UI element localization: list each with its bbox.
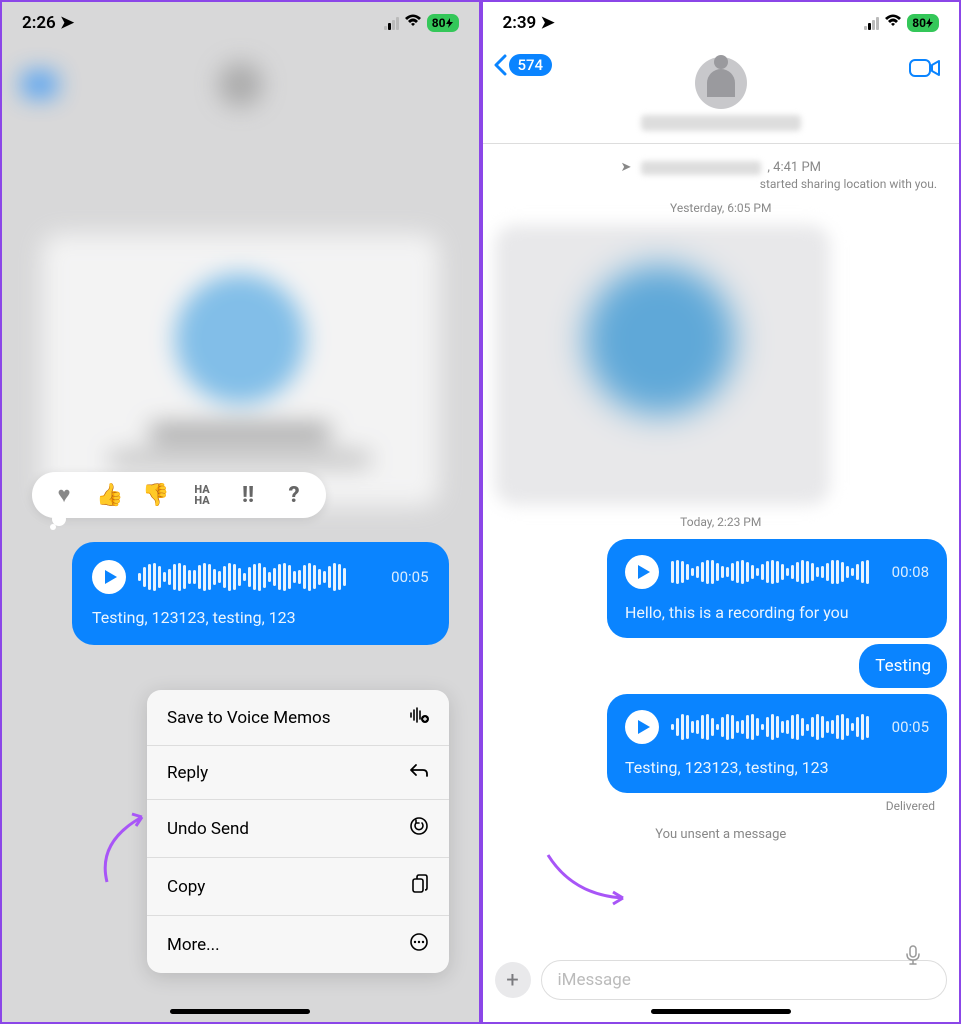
more-circle-icon [409,932,429,957]
voice-transcript: Testing, 123123, testing, 123 [625,758,929,777]
unread-count: 574 [509,54,553,76]
back-button[interactable]: 574 [493,54,553,76]
copy-icon [411,874,429,899]
status-bar: 2:39 ➤ 80 [483,2,960,44]
system-text: , 4:41 PM [767,160,821,175]
person-icon [707,69,735,97]
play-icon [638,565,650,579]
wifi-icon [884,13,902,33]
timestamp-yesterday: Yesterday, 6:05 PM [495,201,948,215]
location-arrow-icon: ➤ [60,13,74,33]
system-message: ➤ , 4:41 PM [495,160,948,175]
voice-duration: 00:05 [892,718,929,736]
cellular-icon [864,17,879,30]
cellular-icon [384,17,399,30]
menu-more[interactable]: More... [147,916,449,973]
tapback-thumbs-up-icon[interactable]: 👍 [96,483,124,508]
message-input[interactable]: iMessage [541,960,948,1000]
voice-message-2[interactable]: document.write(Array.from({length:40},(_… [607,694,947,793]
text-message[interactable]: Testing [859,644,947,688]
voice-duration: 00:05 [391,568,428,586]
voice-duration: 00:08 [892,563,929,581]
play-button[interactable] [625,710,659,744]
screen-context-menu: 2:26 ➤ 80 ♥ 👍 👎 HA HA ‼ ? document.write… [0,0,481,1024]
voice-transcript: Hello, this is a recording for you [625,603,929,622]
tapback-haha-icon[interactable]: HA HA [188,484,216,506]
status-right: 80 [384,13,459,33]
waveform: document.write(Array.from({length:40},(_… [671,557,880,587]
image-message-blurred[interactable] [495,225,830,505]
screen-conversation: 2:39 ➤ 80 574 ➤ , 4:41 PM started sharin… [481,0,961,1024]
conversation-header: 574 [483,44,960,144]
microphone-icon [905,945,921,965]
menu-label: More... [167,935,220,955]
location-arrow-icon: ➤ [541,13,555,33]
menu-reply[interactable]: Reply [147,746,449,800]
chat-area[interactable]: ➤ , 4:41 PM started sharing location wit… [483,144,960,870]
chevron-left-icon [493,54,507,76]
menu-label: Copy [167,877,205,897]
status-time: 2:39 ➤ [503,13,555,33]
menu-save-voice-memos[interactable]: Save to Voice Memos [147,690,449,746]
battery-icon: 80 [427,14,459,32]
add-attachment-button[interactable]: + [495,962,531,998]
menu-copy[interactable]: Copy [147,858,449,916]
status-right: 80 [864,13,939,33]
tapback-thumbs-down-icon[interactable]: 👎 [142,483,170,508]
home-indicator[interactable] [170,1009,310,1014]
context-menu: Save to Voice Memos Reply Undo Send Copy… [147,690,449,973]
menu-undo-send[interactable]: Undo Send [147,800,449,858]
video-icon [909,57,941,79]
menu-label: Save to Voice Memos [167,708,331,728]
voice-message-1[interactable]: document.write(Array.from({length:40},(_… [607,539,947,638]
waveform-plus-icon [409,706,429,729]
unsent-notice: You unsent a message [495,827,948,842]
annotation-arrow [543,850,633,910]
undo-circle-icon [409,816,429,841]
voice-transcript: Testing, 123123, testing, 123 [92,608,429,627]
waveform: document.write(Array.from({length:42},(_… [138,562,379,592]
battery-icon: 80 [907,14,939,32]
status-bar: 2:26 ➤ 80 [2,2,479,44]
tapback-exclaim-icon[interactable]: ‼ [234,483,262,508]
wifi-icon [404,13,422,33]
menu-label: Reply [167,763,208,783]
facetime-button[interactable] [909,56,941,86]
contact-name-redacted [641,115,801,131]
tapback-menu: ♥ 👍 👎 HA HA ‼ ? [32,472,326,518]
annotation-arrow [92,802,162,892]
message-text: Testing [875,656,931,676]
home-indicator[interactable] [651,1009,791,1014]
voice-message-bubble[interactable]: document.write(Array.from({length:42},(_… [72,542,449,645]
play-icon [638,720,650,734]
timestamp-today: Today, 2:23 PM [495,515,948,529]
location-shared-text: started sharing location with you. [495,177,948,191]
message-input-bar: + iMessage [495,960,948,1000]
menu-label: Undo Send [167,819,249,839]
reply-arrow-icon [409,762,429,783]
delivered-status: Delivered [495,799,936,813]
tapback-heart-icon[interactable]: ♥ [50,482,78,508]
play-button[interactable] [92,560,126,594]
play-button[interactable] [625,555,659,589]
contact-avatar[interactable] [695,57,747,109]
play-icon [105,570,117,584]
waveform: document.write(Array.from({length:40},(_… [671,712,880,742]
dictation-button[interactable] [905,945,921,970]
status-time: 2:26 ➤ [22,13,74,33]
location-arrow-icon: ➤ [620,160,631,175]
tapback-question-icon[interactable]: ? [280,483,308,508]
plus-icon: + [506,968,518,993]
redacted-name [641,161,761,175]
